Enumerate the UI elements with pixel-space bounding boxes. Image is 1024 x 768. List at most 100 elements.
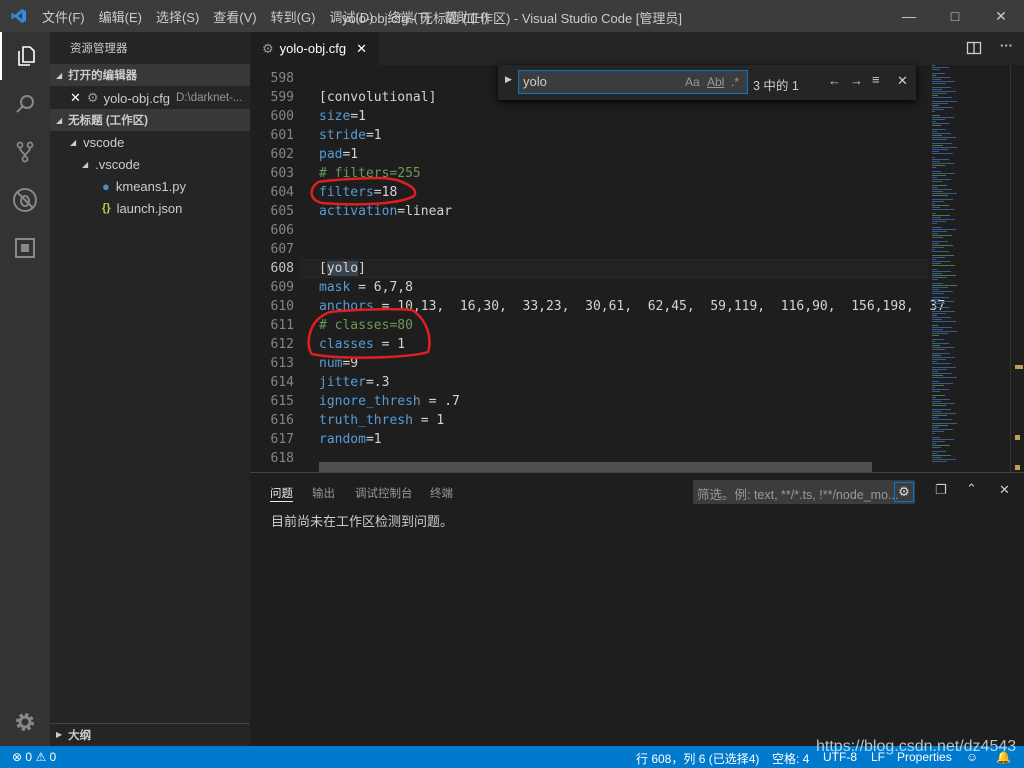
close-icon[interactable]: ✕: [70, 90, 81, 106]
debug-icon[interactable]: [0, 176, 50, 224]
minimap-line: [932, 189, 952, 190]
open-editor-item[interactable]: ✕ ⚙ yolo-obj.cfg D:\darknet-...: [50, 87, 250, 109]
close-window-button[interactable]: ✕: [978, 0, 1024, 32]
match-case-toggle[interactable]: Aa: [685, 71, 700, 93]
code-line[interactable]: stride=1: [319, 126, 382, 145]
files-icon[interactable]: [0, 32, 50, 80]
menu-item[interactable]: 调试(D): [329, 7, 373, 26]
menu-item[interactable]: 选择(S): [156, 7, 199, 26]
tree-item[interactable]: ◢ vscode: [50, 131, 250, 153]
minimap-line: [932, 179, 951, 180]
maximize-panel-icon[interactable]: ⌃: [966, 481, 977, 497]
problems-filter-input[interactable]: 筛选。例: text, **/*.ts, !**/node_mo...: [693, 480, 915, 504]
open-editors-section[interactable]: ◢ 打开的编辑器: [50, 64, 250, 86]
search-icon[interactable]: [0, 80, 50, 128]
minimap-line: [932, 137, 956, 138]
close-tab-icon[interactable]: ✕: [356, 41, 367, 57]
menu-item[interactable]: 查看(V): [213, 7, 256, 26]
source-control-icon[interactable]: [0, 128, 50, 176]
minimap-line: [932, 219, 955, 220]
menu-item[interactable]: 文件(F): [42, 7, 85, 26]
minimap-line: [932, 173, 955, 174]
code-line[interactable]: jitter=.3: [319, 373, 389, 392]
minimap-line: [932, 123, 950, 124]
minimap-line: [932, 405, 946, 406]
minimap-line: [932, 363, 951, 364]
close-find-icon[interactable]: ✕: [897, 73, 908, 89]
workspace-section[interactable]: ◢ 无标题 (工作区): [50, 109, 250, 131]
tree-item[interactable]: ● kmeans1.py: [50, 175, 250, 197]
code-text: =1: [350, 109, 366, 124]
minimap-line: [932, 109, 944, 110]
minimap-line: [932, 247, 944, 248]
tree-item[interactable]: ◢ .vscode: [50, 153, 250, 175]
minimap-line: [932, 95, 938, 96]
minimap-line: [932, 205, 949, 206]
minimap-line: [932, 75, 936, 76]
previous-match-icon[interactable]: ←: [828, 73, 841, 88]
minimap-line: [932, 263, 941, 264]
minimap[interactable]: [928, 65, 1010, 472]
panel-tab[interactable]: 问题: [270, 485, 293, 502]
collapse-all-icon[interactable]: ❐: [935, 482, 947, 498]
whole-word-toggle[interactable]: Abl: [707, 71, 724, 93]
config-key: stride: [319, 128, 366, 143]
menu-item[interactable]: 转到(G): [271, 7, 316, 26]
minimap-line: [932, 319, 942, 320]
maximize-button[interactable]: □: [932, 0, 978, 32]
minimap-line: [932, 325, 938, 326]
panel-tab[interactable]: 调试控制台: [355, 485, 413, 501]
minimap-line: [932, 147, 957, 148]
extensions-icon[interactable]: [0, 224, 50, 272]
menu-item[interactable]: 终端(T): [387, 7, 430, 26]
watermark: https://blog.csdn.net/dz4543: [816, 738, 1017, 755]
cursor-position[interactable]: 行 608，列 6 (已选择4): [636, 750, 759, 767]
code-line[interactable]: truth_thresh = 1: [319, 411, 444, 430]
more-actions-icon[interactable]: ···: [1000, 38, 1013, 53]
close-panel-icon[interactable]: ✕: [999, 482, 1010, 498]
minimap-line: [932, 233, 938, 234]
code-line[interactable]: size=1: [319, 107, 366, 126]
horizontal-scrollbar[interactable]: [319, 462, 872, 472]
collapse-icon: ◢: [56, 70, 63, 80]
problems-status[interactable]: ⊗ 0 ⚠ 0: [12, 750, 56, 764]
minimap-line: [932, 455, 951, 456]
problems-message: 目前尚未在工作区检测到问题。: [271, 514, 454, 529]
code-line[interactable]: pad=1: [319, 145, 358, 164]
find-input[interactable]: yolo Aa Abl .*: [518, 70, 748, 94]
code-line[interactable]: random=1: [319, 430, 382, 449]
indentation[interactable]: 空格: 4: [772, 750, 809, 767]
minimap-line: [932, 443, 936, 444]
minimap-line: [932, 209, 954, 210]
minimap-line: [932, 249, 935, 250]
panel-tab[interactable]: 输出: [312, 485, 335, 501]
filter-settings-gear-icon[interactable]: ⚙: [894, 482, 914, 502]
error-icon: ⊗: [12, 750, 23, 764]
next-match-icon[interactable]: →: [850, 73, 863, 88]
menu-item[interactable]: 帮助(H): [444, 7, 488, 26]
minimap-line: [932, 395, 945, 396]
tab-yolo-obj-cfg[interactable]: ⚙ yolo-obj.cfg ✕: [250, 32, 378, 65]
vertical-scrollbar[interactable]: [1010, 65, 1024, 472]
minimap-line: [932, 277, 947, 278]
find-in-selection-icon[interactable]: ≡: [872, 72, 880, 87]
tree-item[interactable]: {} launch.json: [50, 197, 250, 219]
split-editor-icon[interactable]: [966, 40, 982, 59]
minimap-line: [932, 327, 952, 328]
outline-section[interactable]: ▶ 大纲: [50, 723, 250, 745]
toggle-replace-icon[interactable]: ▶: [505, 74, 512, 85]
code-line[interactable]: ignore_thresh = .7: [319, 392, 460, 411]
regex-toggle[interactable]: .*: [731, 71, 739, 93]
match-count: 3 中的 1: [753, 79, 799, 93]
panel-tab[interactable]: 终端: [430, 485, 453, 501]
code-line[interactable]: [convolutional]: [319, 88, 436, 107]
line-number: 616: [270, 413, 294, 428]
minimap-line: [932, 291, 953, 292]
menu-item[interactable]: 编辑(E): [99, 7, 142, 26]
code-text: =1: [365, 128, 382, 143]
minimap-line: [932, 373, 952, 374]
settings-gear-icon[interactable]: [0, 698, 50, 746]
minimap-line: [932, 131, 937, 132]
minimize-button[interactable]: —: [886, 0, 932, 32]
minimap-line: [932, 163, 954, 164]
